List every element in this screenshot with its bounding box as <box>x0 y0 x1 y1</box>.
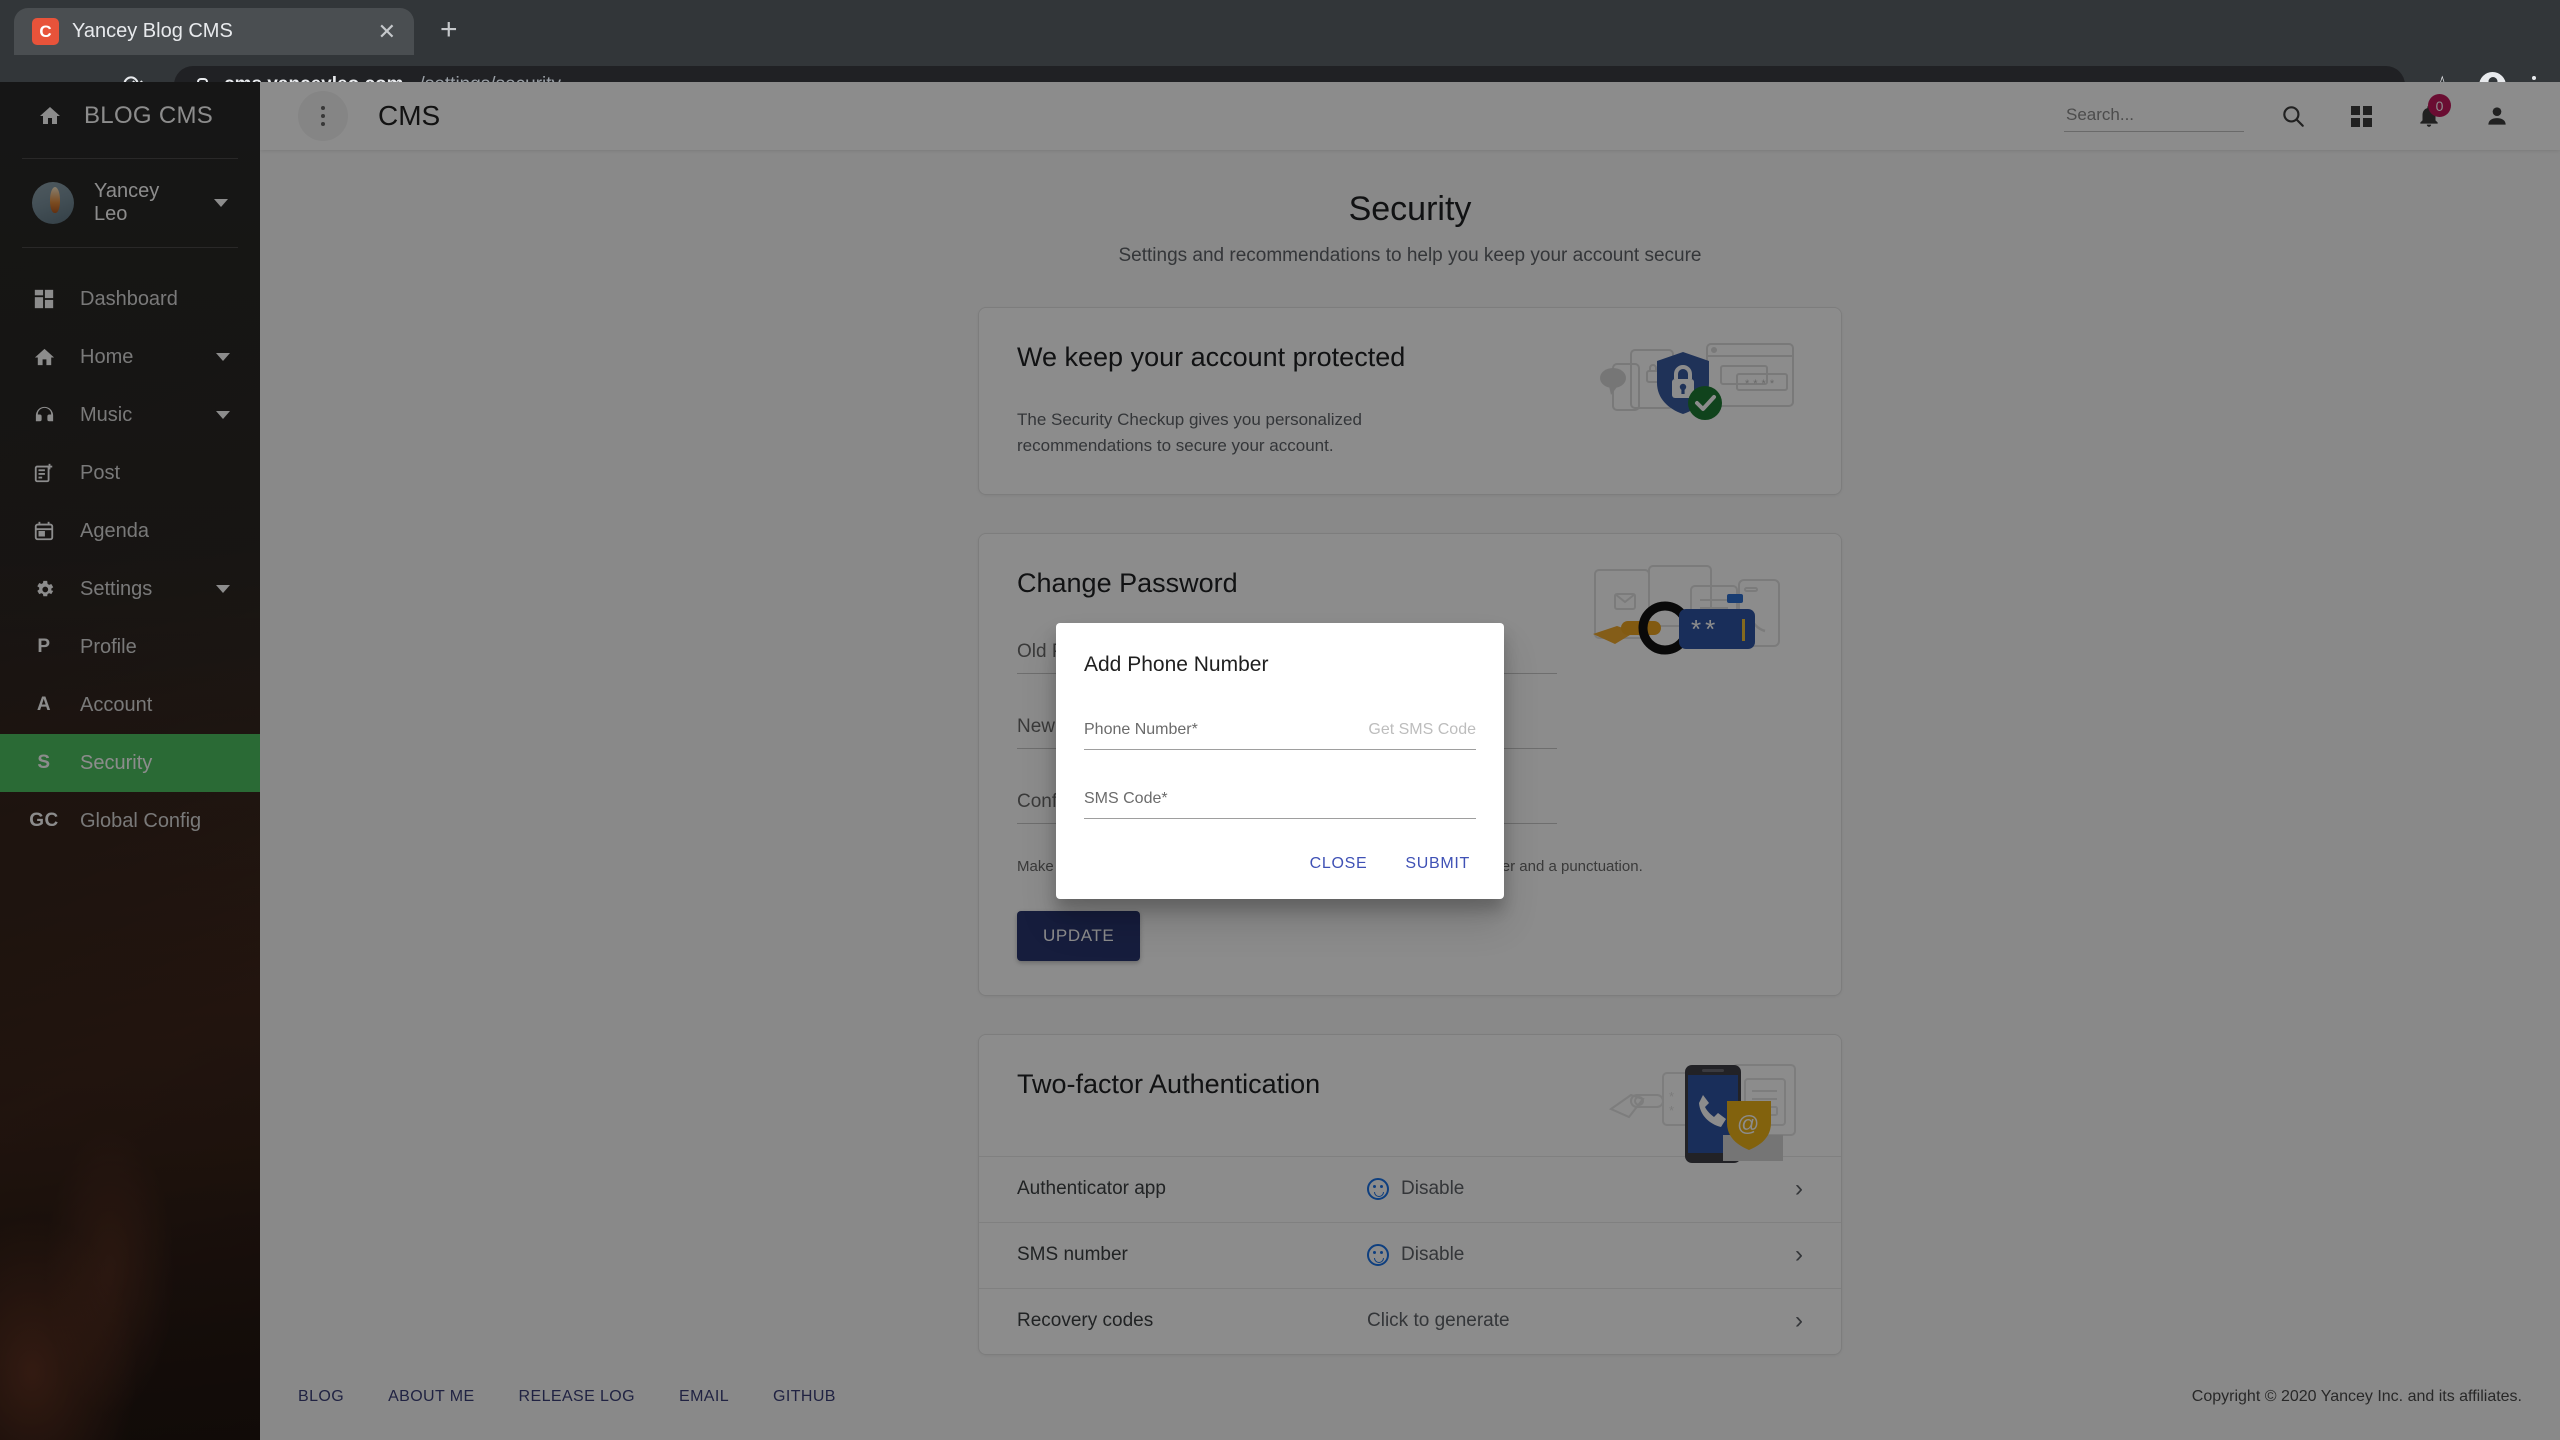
field-underline <box>1084 749 1476 750</box>
browser-window: C Yancey Blog CMS ✕ + ← → ⟳ cms.yanceyle… <box>0 0 2560 1440</box>
get-sms-code-button[interactable]: Get SMS Code <box>1368 721 1476 739</box>
dialog-title: Add Phone Number <box>1084 653 1476 677</box>
favicon-icon: C <box>32 18 59 45</box>
submit-button[interactable]: SUBMIT <box>1399 847 1476 881</box>
sms-code-label: SMS Code* <box>1084 790 1476 808</box>
close-icon[interactable]: ✕ <box>378 21 396 43</box>
field-underline <box>1084 818 1476 819</box>
add-phone-number-dialog: Add Phone Number Phone Number* Get SMS C… <box>1056 623 1504 899</box>
new-tab-button[interactable]: + <box>440 13 458 47</box>
tab-title: Yancey Blog CMS <box>72 20 365 43</box>
browser-tab[interactable]: C Yancey Blog CMS ✕ <box>14 8 414 55</box>
browser-tabstrip: C Yancey Blog CMS ✕ + <box>0 0 2560 55</box>
close-button[interactable]: CLOSE <box>1304 847 1374 881</box>
phone-number-field[interactable]: Phone Number* Get SMS Code <box>1084 721 1476 750</box>
page-viewport: BLOG CMS Yancey Leo DashboardHomeMusicPo… <box>0 82 2560 1440</box>
phone-number-label: Phone Number* <box>1084 721 1368 739</box>
sms-code-field[interactable]: SMS Code* <box>1084 790 1476 819</box>
